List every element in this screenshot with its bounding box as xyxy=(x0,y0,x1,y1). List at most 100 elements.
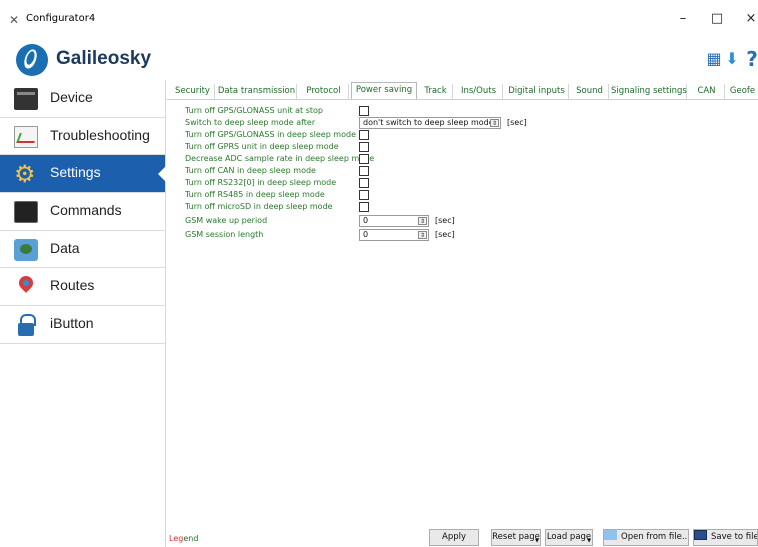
sidebar: Device Troubleshooting Settings Commands… xyxy=(0,80,166,547)
form-row: Turn off CAN in deep sleep mode xyxy=(185,166,745,177)
tab-security[interactable]: Security xyxy=(171,84,215,99)
field-label: Turn off microSD in deep sleep mode xyxy=(185,202,333,211)
tab-protocol[interactable]: Protocol xyxy=(299,84,349,99)
field-label: Decrease ADC sample rate in deep sleep m… xyxy=(185,154,375,163)
field-label: GSM session length xyxy=(185,230,264,239)
button-label: Load page xyxy=(546,532,592,542)
legend-suffix: end xyxy=(183,534,199,543)
settings-gear-icon xyxy=(14,160,38,188)
load-page-button[interactable]: Load page ▼ xyxy=(545,529,593,546)
sidebar-item-label: Routes xyxy=(50,277,95,294)
field-label: Turn off RS232[0] in deep sleep mode xyxy=(185,178,337,187)
dropdown-arrow-icon: ▼ xyxy=(587,538,591,544)
tab-ins-outs[interactable]: Ins/Outs xyxy=(455,84,503,99)
floppy-save-icon xyxy=(694,530,707,540)
form-row: Turn off GPRS unit in deep sleep mode xyxy=(185,142,745,153)
apply-button[interactable]: Apply xyxy=(429,529,479,546)
form-row: Turn off microSD in deep sleep mode xyxy=(185,202,745,213)
sidebar-item-settings[interactable]: Settings xyxy=(0,155,166,194)
tab-sound[interactable]: Sound xyxy=(571,84,609,99)
commands-terminal-icon xyxy=(14,201,38,224)
save-to-file-button[interactable]: Save to file... xyxy=(693,529,758,546)
spin-arrows-icon[interactable]: ⇕ xyxy=(418,217,427,225)
spin-value: 0 xyxy=(363,216,369,225)
sidebar-item-label: iButton xyxy=(50,315,94,332)
download-icon[interactable]: ⬇ xyxy=(722,49,742,69)
galileosky-logo-icon xyxy=(16,44,48,76)
reset-page-button[interactable]: Reset page ▼ xyxy=(491,529,541,546)
ibutton-lock-icon xyxy=(14,314,38,337)
main-panel: Security Data transmission Protocol Powe… xyxy=(167,80,758,547)
minimize-button[interactable]: – xyxy=(668,8,698,30)
brand-name: Galileosky xyxy=(56,48,152,69)
spin-arrows-icon[interactable]: ⇕ xyxy=(418,231,427,239)
app-window: ✕ Configurator4 – □ × Galileosky ▦ ⬇ ? D… xyxy=(0,0,758,547)
tab-digital-inputs[interactable]: Digital inputs xyxy=(505,84,569,99)
tab-geofence[interactable]: Geofe xyxy=(727,84,758,99)
sidebar-item-troubleshooting[interactable]: Troubleshooting xyxy=(0,118,165,156)
brand-bar: Galileosky ▦ ⬇ ? xyxy=(0,40,758,80)
microsd-off-deep-sleep-checkbox[interactable] xyxy=(359,202,369,212)
form-row: Turn off RS232[0] in deep sleep mode xyxy=(185,178,745,189)
open-from-file-button[interactable]: Open from file... xyxy=(603,529,689,546)
form-row: Switch to deep sleep mode after don't sw… xyxy=(185,117,745,129)
form-row: Decrease ADC sample rate in deep sleep m… xyxy=(185,154,745,165)
device-icon xyxy=(14,88,38,110)
unit-label: [sec] xyxy=(507,118,527,127)
deep-sleep-mode-select[interactable]: don't switch to deep sleep mode ⇕ xyxy=(359,117,501,129)
sidebar-item-data[interactable]: Data xyxy=(0,231,165,269)
field-label: Turn off CAN in deep sleep mode xyxy=(185,166,316,175)
gprs-off-deep-sleep-checkbox[interactable] xyxy=(359,142,369,152)
can-off-deep-sleep-checkbox[interactable] xyxy=(359,166,369,176)
select-value: don't switch to deep sleep mode xyxy=(363,118,494,127)
routes-pin-icon xyxy=(14,276,38,298)
tab-can[interactable]: CAN xyxy=(689,84,725,99)
spin-arrows-icon[interactable]: ⇕ xyxy=(490,119,499,127)
help-icon[interactable]: ? xyxy=(742,49,758,69)
tab-track[interactable]: Track xyxy=(419,84,453,99)
app-tools-icon: ✕ xyxy=(8,13,20,27)
field-label: Turn off GPS/GLONASS unit at stop xyxy=(185,106,323,115)
field-label: GSM wake up period xyxy=(185,216,268,225)
legend-prefix: Leg xyxy=(169,534,184,543)
adc-rate-deep-sleep-checkbox[interactable] xyxy=(359,154,369,164)
rs485-off-deep-sleep-checkbox[interactable] xyxy=(359,190,369,200)
button-label: Save to file... xyxy=(711,532,757,542)
tab-power-saving[interactable]: Power saving xyxy=(351,82,417,99)
field-label: Switch to deep sleep mode after xyxy=(185,118,316,127)
form-row: Turn off GPS/GLONASS in deep sleep mode xyxy=(185,130,745,141)
gsm-session-length-input[interactable]: 0 ⇕ xyxy=(359,229,429,241)
sidebar-item-label: Data xyxy=(50,239,80,256)
sidebar-item-label: Troubleshooting xyxy=(50,126,150,143)
tab-data-transmission[interactable]: Data transmission xyxy=(217,84,297,99)
form-row: Turn off GPS/GLONASS unit at stop xyxy=(185,106,745,117)
window-title: Configurator4 xyxy=(26,13,96,24)
dropdown-arrow-icon: ▼ xyxy=(535,538,539,544)
tab-signaling-settings[interactable]: Signaling settings xyxy=(611,84,687,99)
troubleshooting-icon xyxy=(14,125,38,148)
spin-value: 0 xyxy=(363,230,369,239)
form-row: Turn off RS485 in deep sleep mode xyxy=(185,190,745,201)
gps-off-at-stop-checkbox[interactable] xyxy=(359,106,369,116)
field-label: Turn off GPS/GLONASS in deep sleep mode xyxy=(185,130,356,139)
legend-link[interactable]: Legend xyxy=(169,534,198,543)
bottom-action-bar: Legend Apply Reset page ▼ Load page ▼ Open… xyxy=(167,527,758,547)
settings-tab-bar: Security Data transmission Protocol Powe… xyxy=(167,82,758,100)
translate-icon[interactable]: ▦ xyxy=(704,49,724,69)
sidebar-item-label: Device xyxy=(50,89,93,105)
rs232-off-deep-sleep-checkbox[interactable] xyxy=(359,178,369,188)
gsm-wake-up-period-input[interactable]: 0 ⇕ xyxy=(359,215,429,227)
close-button[interactable]: × xyxy=(736,8,758,30)
sidebar-item-commands[interactable]: Commands xyxy=(0,193,165,231)
sidebar-item-label: Settings xyxy=(50,164,101,181)
maximize-button[interactable]: □ xyxy=(702,8,732,30)
sidebar-item-ibutton[interactable]: iButton xyxy=(0,306,165,344)
form-row: GSM session length 0 ⇕ [sec] xyxy=(185,229,745,241)
button-label: Open from file... xyxy=(621,532,689,542)
unit-label: [sec] xyxy=(435,216,455,225)
sidebar-item-device[interactable]: Device xyxy=(0,80,165,118)
button-label: Reset page xyxy=(492,532,540,542)
gps-off-deep-sleep-checkbox[interactable] xyxy=(359,130,369,140)
sidebar-item-routes[interactable]: Routes xyxy=(0,268,165,307)
folder-icon xyxy=(604,530,617,540)
